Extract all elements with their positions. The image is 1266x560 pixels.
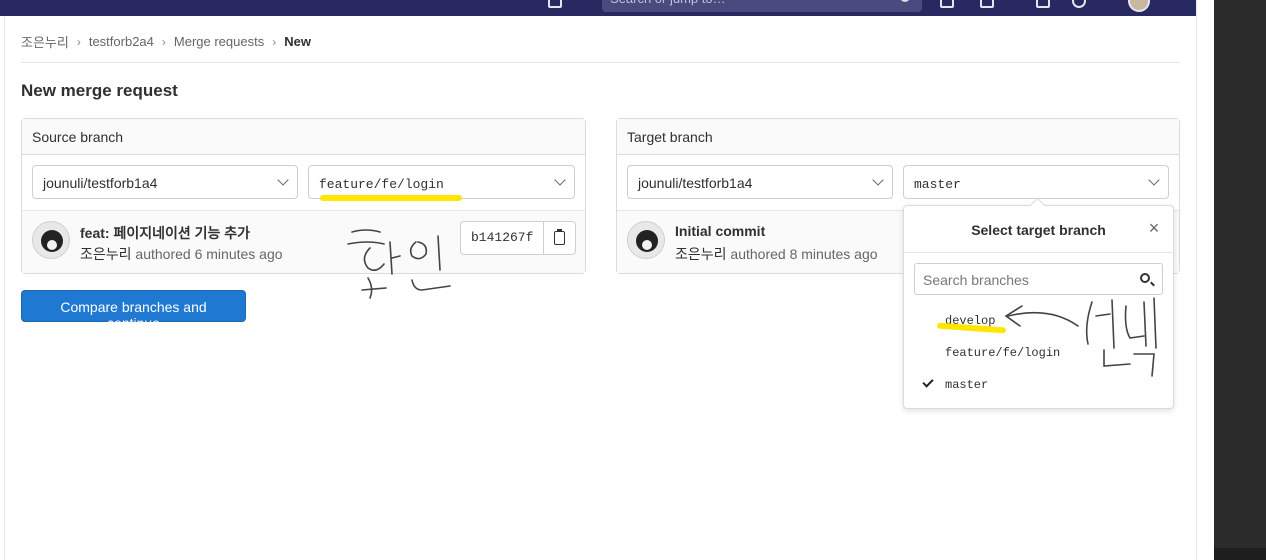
target-branch-popover: Select target branch × Search branches d… (903, 205, 1174, 409)
chevron-down-icon (277, 174, 289, 186)
user-avatar[interactable] (1128, 0, 1150, 12)
issues-icon[interactable] (548, 0, 562, 8)
commit-author[interactable]: 조은누리 (80, 246, 132, 262)
merge-request-icon[interactable] (980, 0, 994, 8)
branch-search-input[interactable]: Search branches (914, 263, 1163, 295)
commit-time: authored 8 minutes ago (730, 246, 878, 262)
taskbar-strip (1214, 548, 1266, 560)
left-border (4, 16, 5, 560)
branch-search-placeholder: Search branches (923, 272, 1029, 288)
commit-meta: 조은누리 authored 6 minutes ago (80, 244, 283, 264)
popover-divider (904, 252, 1173, 253)
breadcrumb-project[interactable]: testforb2a4 (89, 34, 154, 49)
global-search-input[interactable]: Search or jump to… (602, 0, 922, 12)
highlight-source-branch (320, 195, 462, 201)
page-title: New merge request (21, 81, 178, 100)
window-gutter (1196, 0, 1214, 560)
target-branch-header: Target branch (617, 119, 1179, 155)
breadcrumb-merge-requests[interactable]: Merge requests (174, 34, 264, 49)
target-branch-dropdown[interactable]: master (903, 165, 1169, 199)
chevron-right-icon: › (76, 34, 81, 49)
target-branch-value: master (914, 177, 961, 192)
source-branch-value: feature/fe/login (319, 177, 444, 192)
source-project-dropdown[interactable]: jounuli/testforb1a4 (32, 165, 298, 199)
plus-icon[interactable] (940, 0, 954, 8)
source-branch-header: Source branch (22, 119, 585, 155)
commit-meta: 조은누리 authored 8 minutes ago (675, 244, 878, 264)
top-navbar: Search or jump to… (0, 0, 1196, 16)
source-branch-dropdown[interactable]: feature/fe/login (308, 165, 575, 199)
popover-title: Select target branch (971, 222, 1106, 238)
header-divider (21, 62, 1180, 63)
chevron-down-icon (872, 174, 884, 186)
commit-sha[interactable]: b141267f (461, 222, 544, 254)
commit-author-avatar[interactable] (32, 221, 70, 259)
branch-option-master[interactable]: master (945, 378, 988, 392)
copy-sha-button[interactable] (544, 222, 575, 254)
chevron-down-icon (554, 174, 566, 186)
search-icon (1140, 273, 1150, 283)
chevron-down-icon (1148, 174, 1160, 186)
source-project-value: jounuli/testforb1a4 (43, 175, 158, 191)
commit-author[interactable]: 조은누리 (675, 246, 727, 262)
target-project-dropdown[interactable]: jounuli/testforb1a4 (627, 165, 893, 199)
help-icon[interactable] (1072, 0, 1086, 8)
side-window (1214, 0, 1266, 560)
compare-branches-button[interactable]: Compare branches and continue (21, 290, 246, 331)
source-commit: feat: 페이지네이션 기능 추가 조은누리 authored 6 minut… (22, 211, 585, 273)
commit-author-avatar[interactable] (627, 221, 665, 259)
check-icon (922, 376, 934, 388)
commit-time: authored 6 minutes ago (135, 246, 283, 262)
breadcrumb-current[interactable]: New (284, 34, 311, 49)
commit-title[interactable]: feat: 페이지네이션 기능 추가 (80, 223, 250, 243)
source-branch-panel: Source branch jounuli/testforb1a4 featur… (21, 118, 586, 274)
commit-sha-group: b141267f (460, 221, 576, 255)
breadcrumb: 조은누리 › testforb2a4 › Merge requests › Ne… (21, 32, 311, 51)
chevron-right-icon: › (272, 34, 277, 49)
breadcrumb-group[interactable]: 조은누리 (21, 32, 69, 51)
clipboard-icon (554, 229, 565, 245)
todo-icon[interactable] (1036, 0, 1050, 8)
commit-title[interactable]: Initial commit (675, 223, 765, 239)
close-icon[interactable]: × (1146, 219, 1162, 237)
target-project-value: jounuli/testforb1a4 (638, 175, 753, 191)
branch-option-feature-fe-login[interactable]: feature/fe/login (945, 346, 1060, 360)
chevron-right-icon: › (161, 34, 166, 49)
